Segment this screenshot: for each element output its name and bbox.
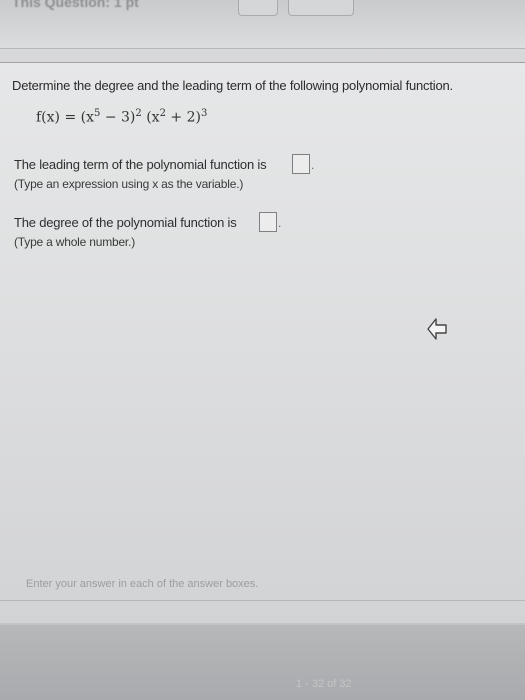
mouse-pointer-icon <box>427 318 447 340</box>
degree-label: The degree of the polynomial function is <box>14 215 237 230</box>
term-1-outer-exponent: 2 <box>135 108 142 119</box>
term-2-rest: + 2) <box>165 109 201 126</box>
bottom-bar <box>0 625 525 700</box>
degree-answer-box[interactable] <box>259 212 277 232</box>
leading-term-hint: (Type an expression using x as the varia… <box>14 177 244 191</box>
degree-period: . <box>278 216 282 230</box>
polynomial-formula: f(x) = (x5 − 3)2 (x2 + 2)3 <box>36 108 207 126</box>
prev-question-button[interactable] <box>238 0 278 16</box>
page-count: 1 - 32 of 32 <box>296 678 352 690</box>
degree-hint: (Type a whole number.) <box>14 235 135 249</box>
next-question-button[interactable] <box>288 0 354 16</box>
header-strip: This Question: 1 pt <box>0 0 525 49</box>
question-header-title: This Question: 1 pt <box>12 0 139 10</box>
term-1-base: (x <box>80 109 94 126</box>
function-lhs: f(x) = <box>36 109 81 126</box>
term-2-base: (x <box>146 109 160 126</box>
footer-instruction: Enter your answer in each of the answer … <box>26 578 259 590</box>
leading-term-label: The leading term of the polynomial funct… <box>14 157 267 172</box>
leading-term-answer-box[interactable] <box>292 154 310 174</box>
question-prompt: Determine the degree and the leading ter… <box>12 78 453 93</box>
term-2-outer-exponent: 3 <box>200 108 208 119</box>
panel-divider <box>0 600 525 601</box>
term-1-rest: − 3) <box>100 109 136 126</box>
leading-term-period: . <box>311 158 315 172</box>
question-panel <box>0 62 525 623</box>
